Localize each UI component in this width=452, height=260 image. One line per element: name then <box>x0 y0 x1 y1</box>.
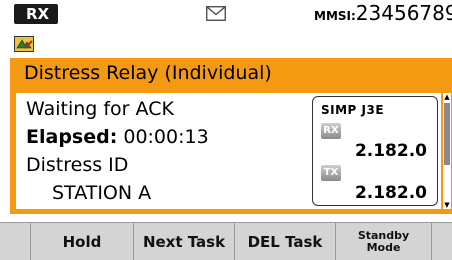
status-bar: RX MMSI:234567890 <box>0 0 452 28</box>
standby-mode-line2: Mode <box>366 241 401 254</box>
call-status: Waiting for ACK <box>26 98 174 120</box>
page-title: Distress Relay (Individual) <box>24 62 272 84</box>
del-task-button[interactable]: DEL Task <box>235 223 336 260</box>
rx-badge: RX <box>321 123 341 139</box>
title-bar: Distress Relay (Individual) <box>10 58 452 88</box>
softkey-bar: Hold Next Task DEL Task Standby Mode <box>0 222 452 260</box>
scroll-down-icon[interactable]: ▼ <box>443 201 451 209</box>
content-frame: Waiting for ACK Elapsed: 00:00:13 Distre… <box>10 88 452 214</box>
tx-frequency: 2.182.0 <box>354 183 427 203</box>
mmsi-label: MMSI: <box>314 9 356 23</box>
scroll-up-icon[interactable]: ▲ <box>443 93 451 101</box>
more-softkey-button[interactable] <box>432 223 452 260</box>
rx-indicator: RX <box>14 4 58 24</box>
dsc-screen: RX MMSI:234567890 Distress Relay (Indivi… <box>0 0 452 260</box>
scrollbar[interactable]: ▲ ▼ <box>443 93 451 209</box>
tx-badge: TX <box>321 165 341 181</box>
mmsi-display: MMSI:234567890 <box>314 1 452 25</box>
hold-button[interactable]: Hold <box>30 223 134 260</box>
distress-id-label: Distress ID <box>26 154 129 176</box>
distress-id-value: STATION A <box>52 182 152 204</box>
channel-mode: SIMP J3E <box>321 103 385 117</box>
envelope-icon <box>206 6 226 21</box>
channel-info-box: SIMP J3E RX 2.182.0 TX 2.182.0 <box>312 96 438 206</box>
elapsed-value: 00:00:13 <box>117 126 209 148</box>
next-task-button[interactable]: Next Task <box>134 223 235 260</box>
task-icon-row <box>0 28 452 58</box>
elapsed-label: Elapsed: <box>26 126 118 148</box>
rx-frequency: 2.182.0 <box>354 141 427 161</box>
scroll-thumb[interactable] <box>444 103 450 165</box>
mmsi-value: 234567890 <box>355 1 452 25</box>
elapsed-time: Elapsed: 00:00:13 <box>26 125 209 149</box>
content-panel: Waiting for ACK Elapsed: 00:00:13 Distre… <box>16 93 441 209</box>
task-icon <box>14 36 34 52</box>
standby-mode-button[interactable]: Standby Mode <box>336 223 432 260</box>
